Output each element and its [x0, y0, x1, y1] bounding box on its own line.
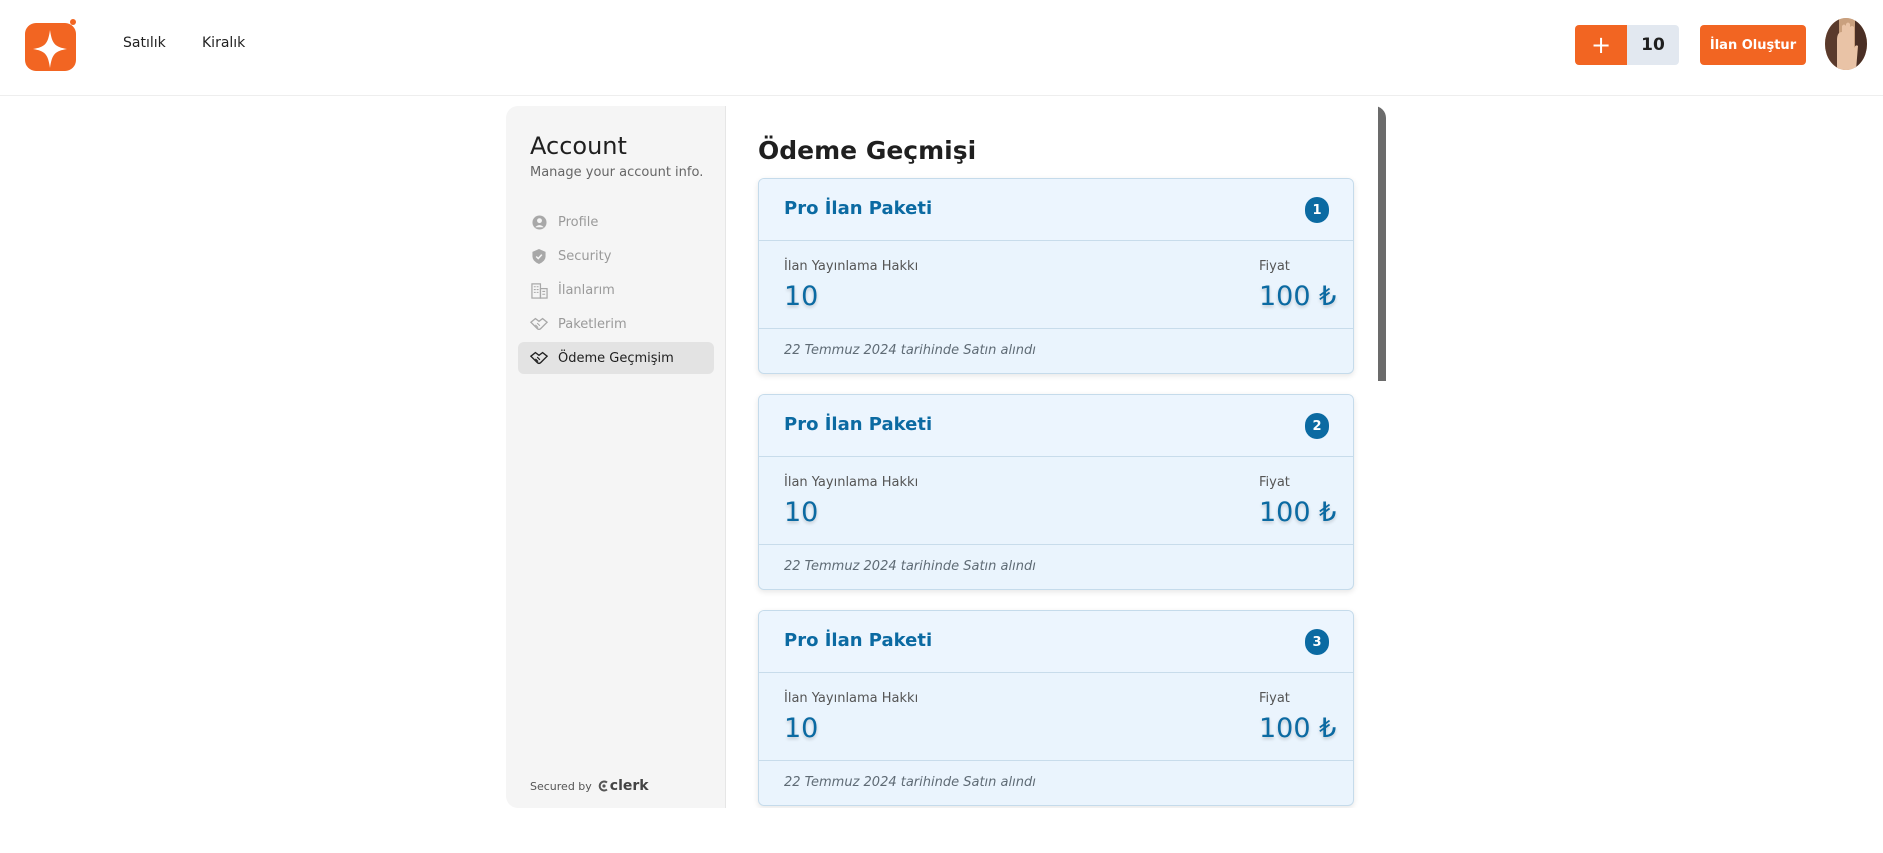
- sidebar-item-paketlerim[interactable]: Paketlerim: [518, 308, 714, 340]
- account-card: Account Manage your account info. Profil…: [506, 106, 1386, 808]
- secured-by-label: Secured by: [530, 779, 592, 793]
- clerk-icon: [598, 780, 608, 792]
- secured-by-clerk: Secured by clerk: [530, 778, 649, 794]
- nav-link-satilik[interactable]: Satılık: [123, 35, 166, 51]
- sidebar-item-label: İlanlarım: [558, 282, 615, 298]
- handshake-icon: [530, 315, 548, 333]
- payment-record-header: Pro İlan Paketi 2: [759, 395, 1353, 457]
- credit-group: + 10: [1575, 25, 1679, 65]
- page-title: Ödeme Geçmişi: [758, 136, 977, 165]
- sidebar-item-odeme-gecmisim[interactable]: Ödeme Geçmişim: [518, 342, 714, 374]
- record-index-badge: 3: [1305, 629, 1329, 655]
- rights-value: 10: [784, 281, 819, 312]
- credit-count: 10: [1627, 25, 1679, 65]
- sidebar-item-label: Paketlerim: [558, 316, 627, 332]
- avatar[interactable]: [1825, 18, 1867, 70]
- brand-logo-icon[interactable]: [25, 18, 77, 72]
- payment-record-body: İlan Yayınlama Hakkı 10 Fiyat 100 ₺: [759, 241, 1353, 329]
- payment-record-body: İlan Yayınlama Hakkı 10 Fiyat 100 ₺: [759, 673, 1353, 761]
- scrollbar-thumb[interactable]: [1378, 106, 1386, 381]
- sidebar-item-label: Profile: [558, 214, 599, 230]
- sidebar-item-security[interactable]: Security: [518, 240, 714, 272]
- package-name: Pro İlan Paketi: [784, 198, 933, 219]
- payment-record: Pro İlan Paketi 1 İlan Yayınlama Hakkı 1…: [758, 178, 1354, 374]
- rights-value: 10: [784, 713, 819, 744]
- price-value: 100 ₺: [1259, 281, 1337, 312]
- package-name: Pro İlan Paketi: [784, 630, 933, 651]
- payment-record: Pro İlan Paketi 3 İlan Yayınlama Hakkı 1…: [758, 610, 1354, 806]
- purchase-date: 22 Temmuz 2024 tarihinde Satın alındı: [784, 775, 1036, 790]
- package-name: Pro İlan Paketi: [784, 414, 933, 435]
- account-subtitle: Manage your account info.: [530, 165, 704, 180]
- payment-record-header: Pro İlan Paketi 1: [759, 179, 1353, 241]
- account-title: Account: [530, 132, 627, 160]
- rights-label: İlan Yayınlama Hakkı: [784, 691, 919, 706]
- building-icon: [530, 281, 548, 299]
- price-value: 100 ₺: [1259, 497, 1337, 528]
- sidebar-item-ilanlarim[interactable]: İlanlarım: [518, 274, 714, 306]
- payment-record: Pro İlan Paketi 2 İlan Yayınlama Hakkı 1…: [758, 394, 1354, 590]
- purchase-date: 22 Temmuz 2024 tarihinde Satın alındı: [784, 343, 1036, 358]
- add-credit-button[interactable]: +: [1575, 25, 1627, 65]
- user-circle-icon: [530, 213, 548, 231]
- price-label: Fiyat: [1259, 691, 1290, 706]
- price-label: Fiyat: [1259, 475, 1290, 490]
- payment-record-header: Pro İlan Paketi 3: [759, 611, 1353, 673]
- payment-record-body: İlan Yayınlama Hakkı 10 Fiyat 100 ₺: [759, 457, 1353, 545]
- top-header: Satılık Kiralık + 10 İlan Oluştur: [0, 0, 1883, 96]
- shield-check-icon: [530, 247, 548, 265]
- sidebar-item-label: Ödeme Geçmişim: [558, 350, 674, 366]
- clerk-logo[interactable]: clerk: [598, 778, 649, 794]
- record-index-badge: 2: [1305, 413, 1329, 439]
- rights-label: İlan Yayınlama Hakkı: [784, 259, 919, 274]
- price-label: Fiyat: [1259, 259, 1290, 274]
- purchase-date: 22 Temmuz 2024 tarihinde Satın alındı: [784, 559, 1036, 574]
- sidebar-item-profile[interactable]: Profile: [518, 206, 714, 238]
- nav-link-kiralik[interactable]: Kiralık: [202, 35, 245, 51]
- sidebar-item-label: Security: [558, 248, 612, 264]
- plus-icon: +: [1590, 31, 1612, 59]
- payment-history-panel: Ödeme Geçmişi Pro İlan Paketi 1 İlan Yay…: [726, 106, 1386, 808]
- handshake-icon: [530, 349, 548, 367]
- account-sidebar: Account Manage your account info. Profil…: [506, 106, 726, 808]
- create-listing-button[interactable]: İlan Oluştur: [1700, 25, 1806, 65]
- clerk-wordmark: clerk: [609, 778, 649, 794]
- record-index-badge: 1: [1305, 197, 1329, 223]
- rights-value: 10: [784, 497, 819, 528]
- rights-label: İlan Yayınlama Hakkı: [784, 475, 919, 490]
- price-value: 100 ₺: [1259, 713, 1337, 744]
